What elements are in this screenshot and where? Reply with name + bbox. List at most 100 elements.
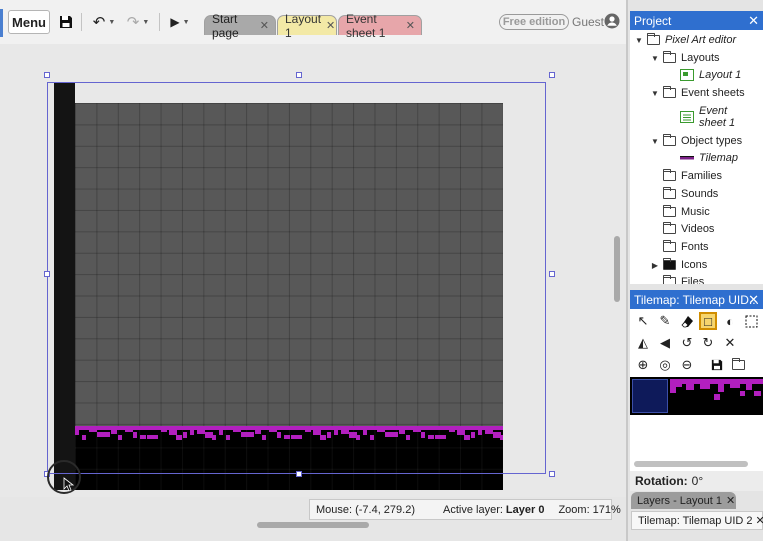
redo-icon: ↷ (126, 14, 140, 31)
folder-icon (663, 134, 676, 146)
tab-label: Layout 1 (285, 11, 322, 40)
play-icon: ▶ (170, 15, 180, 29)
open-folder-icon (731, 358, 745, 370)
tree-item-label: Event sheets (681, 87, 745, 99)
tree-item-label: Sounds (681, 188, 719, 200)
resize-handle[interactable] (549, 72, 555, 78)
save-button[interactable] (56, 11, 76, 33)
zoom-in-button[interactable]: ⊕ (634, 356, 652, 374)
tileset-scrollbar[interactable] (634, 461, 748, 467)
resize-handle[interactable] (549, 471, 555, 477)
free-edition-badge[interactable]: Free edition (499, 14, 569, 30)
select-tool[interactable]: ↖ (634, 312, 652, 330)
selection-box[interactable] (47, 82, 546, 474)
tree-item-label: Music (681, 206, 710, 218)
close-icon[interactable]: ✕ (406, 19, 415, 32)
mirror-button[interactable]: ◭ (634, 334, 652, 352)
tree-item-videos[interactable]: Videos (660, 222, 714, 235)
tab-label: Tilemap: Tilemap UID 2 (638, 514, 753, 527)
expand-arrow-icon[interactable]: ▼ (650, 89, 660, 98)
close-icon[interactable]: ✕ (756, 514, 763, 527)
close-icon[interactable]: ✕ (260, 19, 269, 32)
expand-arrow-icon[interactable]: ▼ (634, 36, 644, 45)
tree-item-label: Fonts (681, 241, 709, 253)
fill-bucket-icon: ◐ (726, 313, 734, 329)
user-icon[interactable] (604, 13, 620, 29)
pencil-tool[interactable]: ✎ (656, 312, 674, 330)
tree-item-label: Event (699, 105, 728, 117)
chevron-down-icon: ▼ (108, 18, 116, 26)
tab-layers[interactable]: Layers - Layout 1 ✕ (631, 492, 736, 509)
redo-button[interactable]: ↷ ▼ (122, 11, 154, 33)
rotate-ccw-button[interactable]: ↺ (678, 334, 696, 352)
resize-handle[interactable] (44, 271, 50, 277)
resize-handle[interactable] (296, 471, 302, 477)
tree-item-event-sheets[interactable]: ▼ Event sheets (650, 86, 745, 99)
tree-item-object-types[interactable]: ▼ Object types (650, 134, 742, 147)
undo-button[interactable]: ↶ ▼ (88, 11, 120, 33)
zoom-label: Zoom: (558, 503, 590, 516)
resize-handle[interactable] (44, 72, 50, 78)
reset-transform-button[interactable]: ✕ (721, 334, 739, 352)
folder-icon (663, 222, 676, 234)
layout-icon (680, 69, 694, 81)
panel-title: Tilemap: Tilemap UID... (634, 292, 759, 307)
expand-arrow-icon[interactable]: ▼ (650, 137, 660, 146)
close-icon[interactable]: ✕ (748, 13, 759, 29)
status-info: Mouse: (-7.4, 279.2) Active layer: Layer… (309, 499, 621, 520)
flip-button[interactable]: ◀ (656, 334, 674, 352)
rotation-property[interactable]: Rotation: 0° (630, 471, 763, 491)
fill-tool[interactable]: ◐ (721, 312, 739, 330)
marquee-tool[interactable] (742, 312, 760, 330)
zoom-reset-button[interactable]: ◎ (656, 356, 674, 374)
tilemap-icon (680, 156, 694, 160)
right-sidebar: Project ✕ ▼ Pixel Art editor ▼ Layouts L… (626, 0, 763, 541)
tab-label: Start page (212, 11, 239, 40)
tree-item-root[interactable]: ▼ Pixel Art editor (634, 33, 736, 46)
resize-handle[interactable] (549, 271, 555, 277)
tree-item-layouts[interactable]: ▼ Layouts (650, 51, 720, 64)
menu-button[interactable]: Menu (8, 10, 50, 34)
tree-item-files[interactable]: Files (660, 275, 705, 284)
scrollbar-thumb[interactable] (614, 236, 620, 302)
selected-tile[interactable] (632, 379, 668, 413)
resize-handle[interactable] (296, 72, 302, 78)
preview-button[interactable]: ▶ ▼ (165, 11, 195, 33)
zoom-out-button[interactable]: ⊖ (678, 356, 696, 374)
tileset-preview[interactable] (630, 377, 763, 415)
tree-item-music[interactable]: Music (660, 205, 710, 218)
mouse-cursor-icon (63, 477, 74, 492)
tree-item-sounds[interactable]: Sounds (660, 187, 719, 200)
tree-item-families[interactable]: Families (660, 169, 722, 182)
save-tiles-button[interactable] (708, 356, 726, 374)
tab-start-page[interactable]: Start page ✕ (204, 12, 276, 40)
expand-arrow-icon[interactable]: ▼ (650, 54, 660, 63)
active-layer-value: Layer 0 (505, 503, 545, 516)
main-toolbar: Menu ↶ ▼ ↷ ▼ ▶ ▼ Start page ✕ Layout 1 ✕ Even… (0, 0, 626, 44)
tree-item-label: Families (681, 170, 722, 182)
rectangle-tool[interactable]: □ (699, 312, 717, 330)
tab-layout-1[interactable]: Layout 1 ✕ (277, 12, 337, 40)
tree-item-tilemap[interactable]: Tilemap (680, 152, 738, 164)
mirror-icon: ◭ (638, 335, 648, 350)
tree-item-fonts[interactable]: Fonts (660, 240, 709, 253)
rotate-cw-button[interactable]: ↻ (699, 334, 717, 352)
eraser-tool[interactable] (678, 312, 696, 330)
rotate-cw-icon: ↻ (702, 335, 714, 350)
open-tiles-button[interactable] (729, 356, 747, 374)
expand-arrow-icon[interactable]: ▶ (650, 261, 660, 270)
tab-event-sheet-1[interactable]: Event sheet 1 ✕ (338, 12, 422, 40)
layout-view[interactable] (0, 44, 626, 497)
tree-item-event-sheet-1[interactable]: Event sheet 1 (680, 105, 735, 129)
tilemap-editor-bar: ↖ ✎ □ ◐ ◭ ◀ ↺ ↻ ✕ ⊕ ◎ ⊖ (630, 309, 763, 471)
close-icon[interactable]: ✕ (726, 494, 735, 507)
tree-item-icons[interactable]: ▶ Icons (650, 258, 707, 271)
guest-label[interactable]: Guest (572, 15, 604, 29)
close-icon[interactable]: ✕ (326, 19, 335, 32)
close-icon[interactable]: ✕ (748, 292, 759, 308)
vertical-scrollbar[interactable] (612, 44, 622, 497)
horizontal-scrollbar[interactable] (257, 522, 369, 528)
tab-tilemap[interactable]: Tilemap: Tilemap UID 2 ✕ (631, 511, 763, 530)
tree-item-layout-1[interactable]: Layout 1 (680, 69, 741, 81)
tree-item-label: Files (681, 276, 705, 284)
